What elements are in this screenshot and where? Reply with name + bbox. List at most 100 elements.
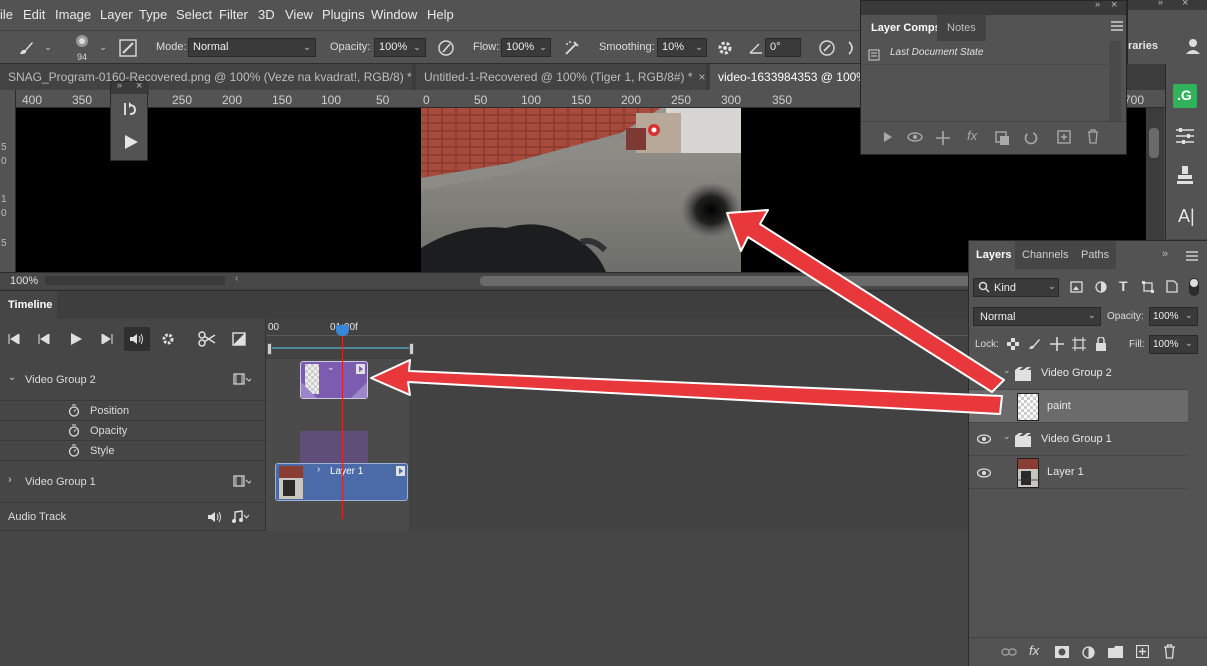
clip-menu-icon[interactable]	[356, 364, 365, 374]
filter-adjustment-icon[interactable]	[1095, 281, 1107, 293]
panel-grip[interactable]: » ×	[111, 80, 149, 94]
mode-select[interactable]: Normal	[188, 38, 316, 57]
scroll-thumb[interactable]	[1149, 128, 1159, 158]
character-icon[interactable]: A|	[1178, 206, 1195, 227]
collapse-icon[interactable]: »	[1095, 0, 1100, 9]
visibility-eye-icon[interactable]	[977, 368, 991, 378]
comp-item-last-state[interactable]: Last Document State	[863, 43, 1109, 65]
new-layer-icon[interactable]	[1136, 645, 1149, 658]
brush-picker-chevron-icon[interactable]: ⌄	[96, 38, 110, 57]
close-icon[interactable]: ×	[699, 70, 706, 84]
brush-tool-icon[interactable]	[16, 38, 36, 58]
timeline-grid[interactable]: 00 01:00f ⌄ › Layer 1	[265, 319, 969, 531]
close-icon[interactable]: ×	[1111, 0, 1117, 11]
menu-filter[interactable]: Filter	[219, 7, 248, 22]
film-strip-icon[interactable]	[233, 373, 251, 385]
tab-channels[interactable]: Channels	[1015, 241, 1076, 269]
panel-grip[interactable]: » ×	[861, 0, 1126, 15]
filter-pixel-icon[interactable]	[1070, 281, 1083, 293]
tool-preset-chevron-icon[interactable]: ⌄	[41, 38, 55, 57]
opacity-chevron-icon[interactable]: ⌄	[410, 38, 424, 57]
delete-comp-icon[interactable]	[1086, 129, 1100, 144]
tab-notes[interactable]: Notes	[937, 15, 986, 41]
tab-video[interactable]: video-1633984353 @ 100%	[710, 64, 867, 90]
track-video-group-2[interactable]: ⌄ Video Group 2	[0, 359, 265, 401]
menu-help[interactable]: Help	[427, 7, 454, 22]
menu-type[interactable]: Type	[139, 7, 167, 22]
menu-view[interactable]: View	[285, 7, 313, 22]
filter-toggle[interactable]	[1189, 278, 1199, 296]
pressure-opacity-icon[interactable]	[436, 38, 456, 58]
lock-pixels-brush-icon[interactable]	[1028, 337, 1041, 350]
visibility-eye-icon[interactable]	[977, 468, 991, 478]
expand-chevron-icon[interactable]: ⌄	[8, 372, 16, 383]
blend-mode-select[interactable]: Normal ⌄	[973, 307, 1101, 326]
layer-opacity-field[interactable]: 100% ⌄	[1149, 307, 1198, 326]
menu-edit[interactable]: Edit	[23, 7, 45, 22]
brush-settings-icon[interactable]	[118, 38, 138, 58]
tab-untitled-recovered[interactable]: Untitled-1-Recovered @ 100% (Tiger 1, RG…	[416, 64, 706, 90]
track-style[interactable]: Style	[0, 441, 265, 461]
panel-menu-icon[interactable]	[1186, 251, 1198, 261]
play-icon[interactable]	[123, 134, 139, 150]
menu-layer[interactable]: Layer	[100, 7, 133, 22]
playhead-handle[interactable]	[336, 325, 349, 336]
speaker-icon[interactable]	[207, 511, 223, 523]
mute-audio-button[interactable]	[124, 327, 150, 351]
update-comp-icon[interactable]	[1023, 130, 1039, 146]
panel-grip[interactable]: » ×	[1128, 0, 1207, 10]
zoom-level[interactable]: 100%	[10, 275, 38, 287]
layer-row-layer-1[interactable]: Layer 1	[969, 456, 1188, 489]
filter-smart-object-icon[interactable]	[1166, 280, 1178, 293]
tab-paths[interactable]: Paths	[1074, 241, 1117, 269]
collapse-icon[interactable]: »	[1162, 248, 1168, 260]
adjustment-layer-icon[interactable]	[1082, 646, 1095, 659]
smart-object-comp-icon[interactable]	[994, 130, 1010, 146]
pressure-size-icon[interactable]	[817, 38, 837, 58]
group-chevron-icon[interactable]: ⌄	[1003, 431, 1011, 442]
track-audio[interactable]: Audio Track	[0, 503, 265, 531]
menu-image[interactable]: Image	[55, 7, 91, 22]
link-layers-icon[interactable]	[1001, 647, 1017, 657]
flow-chevron-icon[interactable]: ⌄	[536, 38, 550, 57]
airbrush-icon[interactable]	[562, 38, 582, 58]
lock-transparent-icon[interactable]	[1007, 338, 1019, 350]
menu-3d[interactable]: 3D	[258, 7, 275, 22]
lock-artboard-icon[interactable]	[1072, 337, 1086, 351]
work-area-end-handle[interactable]	[409, 343, 414, 355]
filter-type-icon[interactable]: T	[1119, 278, 1128, 294]
menu-file[interactable]: ile	[0, 7, 13, 22]
stopwatch-icon[interactable]	[68, 424, 80, 437]
collapse-icon[interactable]: »	[1158, 0, 1163, 7]
apply-previous-icon[interactable]	[883, 131, 893, 143]
work-area-start-handle[interactable]	[267, 343, 272, 355]
user-avatar-icon[interactable]	[1185, 38, 1201, 54]
clip-chevron-icon[interactable]: ›	[317, 464, 320, 475]
fx-icon[interactable]: fx	[1029, 643, 1039, 658]
previous-frame-icon[interactable]	[38, 334, 50, 344]
fill-field[interactable]: 100% ⌄	[1149, 335, 1198, 354]
clip-paint[interactable]: ⌄	[300, 361, 368, 399]
track-video-group-1[interactable]: › Video Group 1	[0, 461, 265, 503]
fx-comp-icon[interactable]: fx	[967, 128, 977, 143]
panel-menu-icon[interactable]	[1111, 21, 1123, 31]
close-icon[interactable]: ×	[1182, 0, 1188, 9]
add-mask-icon[interactable]	[1055, 646, 1069, 658]
group-chevron-icon[interactable]: ⌄	[1003, 365, 1011, 376]
mode-chevron-icon[interactable]: ⌄	[300, 38, 314, 57]
horizontal-scrollbar[interactable]	[480, 276, 980, 286]
film-strip-icon[interactable]	[233, 475, 251, 487]
position-comp-icon[interactable]	[935, 130, 951, 146]
green-app-icon[interactable]: .G	[1173, 84, 1197, 108]
first-frame-icon[interactable]	[8, 334, 20, 344]
stamp-icon[interactable]	[1175, 164, 1195, 186]
tab-layers[interactable]: Layers	[969, 241, 1019, 269]
close-icon[interactable]: ×	[136, 80, 142, 92]
next-frame-icon[interactable]	[101, 334, 113, 344]
libraries-tab[interactable]: raries	[1128, 40, 1158, 52]
visibility-eye-icon[interactable]	[977, 434, 991, 444]
adjustments-icon[interactable]	[1174, 126, 1196, 146]
angle-field[interactable]: 0°	[765, 38, 801, 57]
menu-plugins[interactable]: Plugins	[322, 7, 365, 22]
transition-icon[interactable]	[232, 332, 246, 346]
